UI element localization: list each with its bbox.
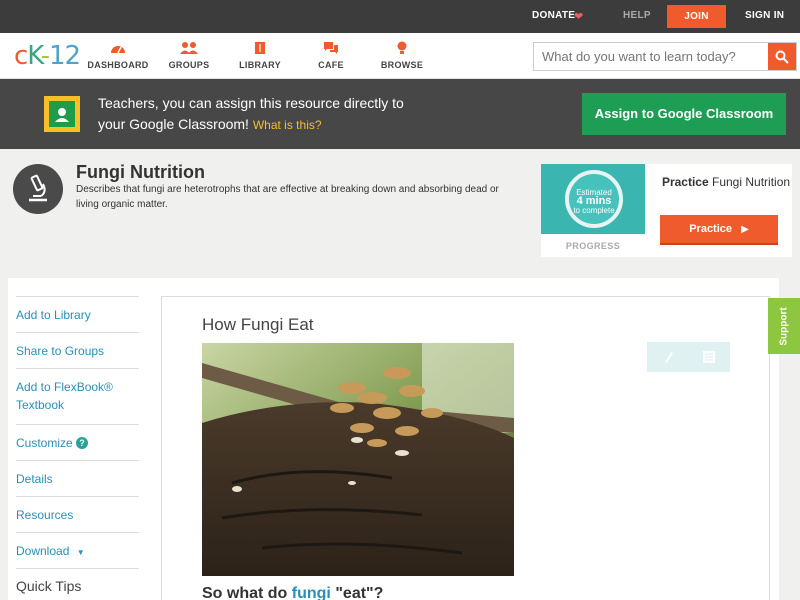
teacher-banner: Teachers, you can assign this resource d… [0,79,800,149]
article-title: How Fungi Eat [202,315,314,334]
donate-link[interactable]: DONATE [532,10,575,21]
help-icon[interactable]: ? [76,437,89,449]
ck12-logo[interactable]: cK-12 [14,41,81,71]
search-box [533,42,797,71]
quick-tips-heading: Quick Tips [16,568,139,600]
nav-groups[interactable]: GROUPS [149,41,229,70]
nav-library[interactable]: LIBRARY [220,41,300,70]
resources-link[interactable]: Resources [16,496,139,532]
highlight-button[interactable] [647,342,688,372]
sidebar: Add to Library Share to Groups Add to Fl… [8,278,151,600]
pencil-icon [664,352,673,363]
estimate-ring: Estimated 4 mins to complete [565,170,623,228]
mushrooms-on-log-image [202,343,514,576]
concept-description: Describes that fungi are heterotrophs th… [76,184,499,210]
chevron-right-icon: ▶ [741,224,749,235]
progress-label: PROGRESS [565,241,621,251]
banner-message: Teachers, you can assign this resource d… [98,95,404,132]
nav-browse[interactable]: BROWSE [362,41,442,70]
google-classroom-icon [44,96,80,132]
top-bar: DONATE ❤ HELP JOIN SIGN IN [0,0,800,33]
notes-button[interactable] [688,342,729,372]
sign-in-link[interactable]: SIGN IN [745,10,784,21]
share-to-groups-link[interactable]: Share to Groups [16,332,139,368]
practice-card: Estimated 4 mins to complete PROGRESS Pr… [541,164,792,257]
notes-icon [702,351,715,363]
progress-tile[interactable]: Estimated 4 mins to complete [541,164,645,234]
browse-icon [362,41,442,55]
article-subheading: So what do fungi "eat"? [202,585,384,600]
customize-link[interactable]: Customize ? [16,424,139,460]
cafe-icon [291,41,371,55]
add-to-library-link[interactable]: Add to Library [16,296,139,332]
join-button[interactable]: JOIN [667,5,726,28]
annotation-toolbar [647,342,730,372]
search-icon [775,50,789,64]
dashboard-icon [78,41,158,55]
download-link[interactable]: Download ▼ [16,532,139,568]
help-link[interactable]: HELP [623,10,651,21]
support-tab[interactable]: Support [768,298,800,354]
add-to-flexbook-link[interactable]: Add to FlexBook® Textbook [16,368,139,424]
microscope-icon [13,164,63,214]
search-button[interactable] [768,43,796,70]
search-input[interactable] [534,43,768,70]
nav-dashboard[interactable]: DASHBOARD [78,41,158,70]
assign-google-classroom-button[interactable]: Assign to Google Classroom [582,93,786,135]
main-nav: cK-12 DASHBOARD GROUPS LIBRARY CAFE BROW… [0,33,800,79]
library-icon [220,41,300,55]
fungi-link[interactable]: fungi [292,585,331,600]
heart-icon: ❤ [574,11,584,23]
details-link[interactable]: Details [16,460,139,496]
caret-down-icon: ▼ [76,548,85,557]
what-is-this-link[interactable]: What is this? [253,118,322,132]
concept-title: Fungi Nutrition [76,162,205,182]
nav-cafe[interactable]: CAFE [291,41,371,70]
practice-button[interactable]: Practice ▶ [660,215,778,245]
groups-icon [149,41,229,55]
practice-title: Practice Fungi Nutrition [661,175,791,189]
